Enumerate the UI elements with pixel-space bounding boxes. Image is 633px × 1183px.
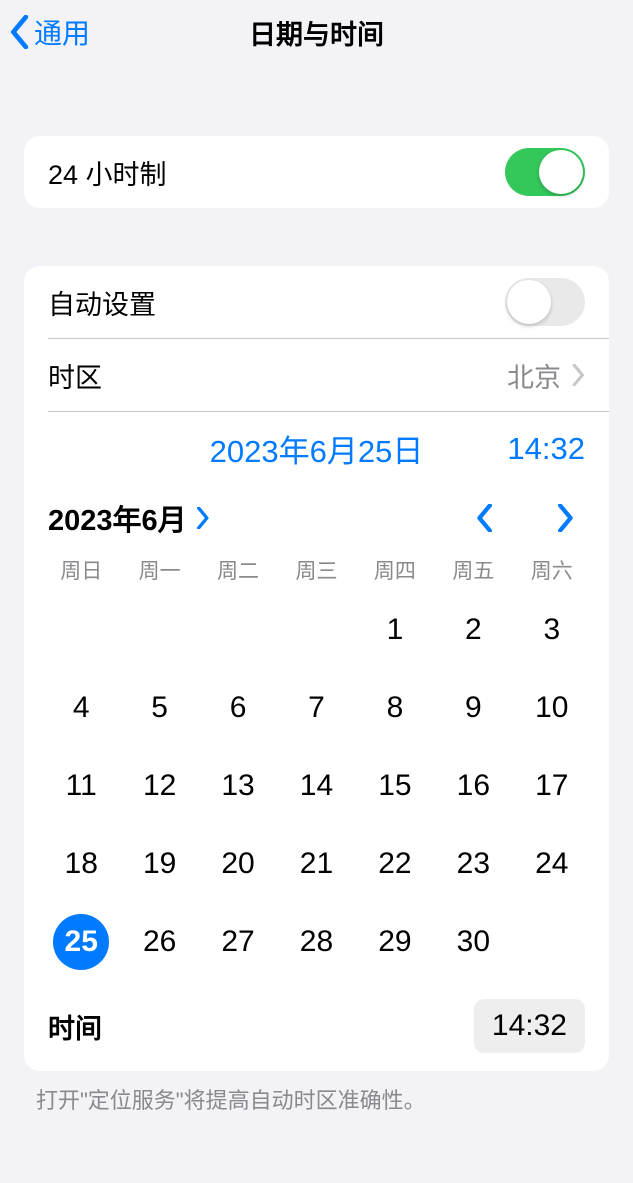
calendar-day[interactable]: 1	[356, 591, 434, 669]
row-24h: 24 小时制	[24, 136, 609, 208]
calendar-day[interactable]: 22	[356, 825, 434, 903]
calendar-day[interactable]: 9	[434, 669, 512, 747]
calendar-day[interactable]: 7	[277, 669, 355, 747]
label-timezone: 时区	[48, 356, 102, 395]
back-button[interactable]: 通用	[10, 12, 90, 52]
label-24h: 24 小时制	[48, 153, 167, 192]
month-picker-button[interactable]: 2023年6月	[48, 497, 210, 539]
group-24h: 24 小时制	[24, 136, 609, 208]
calendar-day[interactable]: 18	[42, 825, 120, 903]
calendar-day[interactable]: 15	[356, 747, 434, 825]
calendar-day[interactable]: 26	[120, 903, 198, 981]
row-timezone[interactable]: 时区 北京	[24, 339, 609, 411]
page-title: 日期与时间	[0, 13, 633, 52]
weekday-header: 周日周一周二周三周四周五周六	[24, 545, 609, 585]
calendar-day[interactable]: 12	[120, 747, 198, 825]
calendar-day[interactable]: 16	[434, 747, 512, 825]
selected-date-link[interactable]: 2023年6月25日	[168, 426, 465, 471]
row-auto-set: 自动设置	[24, 266, 609, 338]
calendar-day[interactable]: 23	[434, 825, 512, 903]
month-nav: 2023年6月	[24, 475, 609, 545]
calendar-day[interactable]: 17	[513, 747, 591, 825]
calendar-day[interactable]: 2	[434, 591, 512, 669]
calendar-day[interactable]: 25	[42, 903, 120, 981]
calendar-day[interactable]: 27	[199, 903, 277, 981]
calendar-day[interactable]: 13	[199, 747, 277, 825]
month-label-text: 2023年6月	[48, 497, 187, 539]
calendar-day[interactable]: 30	[434, 903, 512, 981]
weekday-label: 周六	[513, 555, 591, 585]
chevron-right-icon	[571, 364, 585, 386]
calendar-day[interactable]: 24	[513, 825, 591, 903]
weekday-label: 周五	[434, 555, 512, 585]
prev-month-button[interactable]	[465, 498, 505, 538]
calendar-day[interactable]: 21	[277, 825, 355, 903]
calendar-day[interactable]: 29	[356, 903, 434, 981]
calendar-day[interactable]: 28	[277, 903, 355, 981]
calendar-day[interactable]: 11	[42, 747, 120, 825]
calendar-day[interactable]: 5	[120, 669, 198, 747]
calendar-empty-cell	[42, 591, 120, 669]
calendar-empty-cell	[277, 591, 355, 669]
next-month-button[interactable]	[545, 498, 585, 538]
selected-datetime-header: 2023年6月25日 14:32	[24, 412, 609, 475]
calendar-grid: 1234567891011121314151617181920212223242…	[24, 585, 609, 991]
chevron-left-icon	[476, 504, 494, 532]
weekday-label: 周二	[199, 555, 277, 585]
calendar-day[interactable]: 8	[356, 669, 434, 747]
toggle-24h[interactable]	[505, 148, 585, 196]
group-date-settings: 自动设置 时区 北京 2023年6月25日 14:32 2023年6月 周日	[24, 266, 609, 1071]
time-picker-chip[interactable]: 14:32	[474, 999, 585, 1053]
value-timezone: 北京	[507, 356, 561, 395]
calendar-day[interactable]: 6	[199, 669, 277, 747]
toggle-auto-set[interactable]	[505, 278, 585, 326]
chevron-left-icon	[10, 15, 30, 49]
calendar-day[interactable]: 20	[199, 825, 277, 903]
weekday-label: 周一	[120, 555, 198, 585]
calendar-day[interactable]: 19	[120, 825, 198, 903]
selected-time-link[interactable]: 14:32	[465, 431, 585, 467]
calendar-day[interactable]: 14	[277, 747, 355, 825]
weekday-label: 周四	[356, 555, 434, 585]
calendar-day[interactable]: 10	[513, 669, 591, 747]
calendar-day[interactable]: 3	[513, 591, 591, 669]
chevron-right-icon	[195, 507, 210, 529]
back-label: 通用	[34, 12, 90, 52]
footer-note: 打开"定位服务"将提高自动时区准确性。	[0, 1071, 633, 1115]
weekday-label: 周日	[42, 555, 120, 585]
label-auto-set: 自动设置	[48, 283, 156, 322]
row-time: 时间 14:32	[24, 991, 609, 1071]
weekday-label: 周三	[277, 555, 355, 585]
calendar-empty-cell	[199, 591, 277, 669]
calendar-empty-cell	[120, 591, 198, 669]
calendar-day[interactable]: 4	[42, 669, 120, 747]
chevron-right-icon	[556, 504, 574, 532]
label-time: 时间	[48, 1007, 102, 1046]
